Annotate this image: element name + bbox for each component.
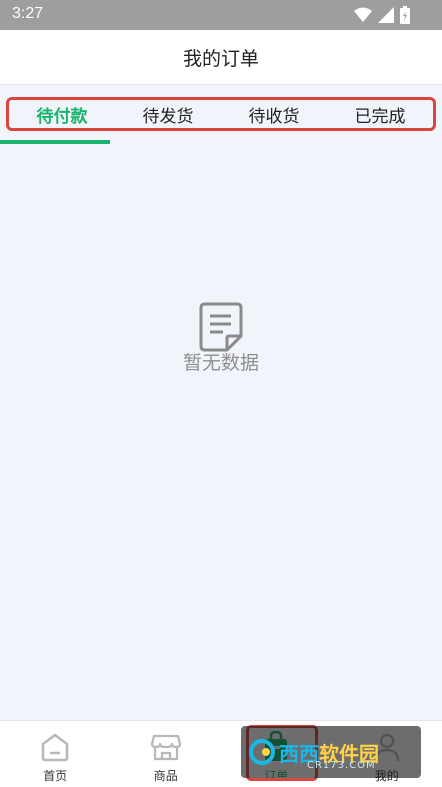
- page-title: 我的订单: [183, 44, 259, 71]
- shop-icon: [150, 732, 182, 762]
- empty-state: 暂无数据: [0, 300, 442, 390]
- status-icons: [354, 6, 410, 24]
- nav-item-products[interactable]: 商品: [111, 721, 222, 787]
- active-tab-indicator: [0, 140, 110, 144]
- empty-state-text: 暂无数据: [0, 348, 442, 375]
- watermark-logo-icon: [249, 739, 275, 765]
- app-header: 我的订单: [0, 30, 442, 85]
- nav-label-products: 商品: [154, 767, 178, 784]
- watermark-url: CR173.COM: [307, 760, 376, 771]
- site-watermark: 西西软件园 CR173.COM: [241, 726, 421, 778]
- tab-pending-receipt[interactable]: 待收货: [221, 100, 327, 128]
- battery-icon: [400, 6, 410, 24]
- wifi-icon: [354, 7, 372, 23]
- order-status-tabs: 待付款 待发货 待收货 已完成: [6, 97, 436, 131]
- status-bar: 3:27: [0, 0, 442, 30]
- status-time: 3:27: [12, 5, 43, 23]
- document-icon: [199, 302, 243, 352]
- cellular-signal-icon: [378, 7, 394, 23]
- nav-label-home: 首页: [43, 767, 67, 784]
- home-icon: [39, 732, 71, 762]
- tab-pending-shipment[interactable]: 待发货: [115, 100, 221, 128]
- tab-completed[interactable]: 已完成: [327, 100, 433, 128]
- order-tabs-bar: 待付款 待发货 待收货 已完成: [0, 85, 442, 145]
- nav-item-home[interactable]: 首页: [0, 721, 111, 787]
- tab-pending-payment[interactable]: 待付款: [9, 100, 115, 128]
